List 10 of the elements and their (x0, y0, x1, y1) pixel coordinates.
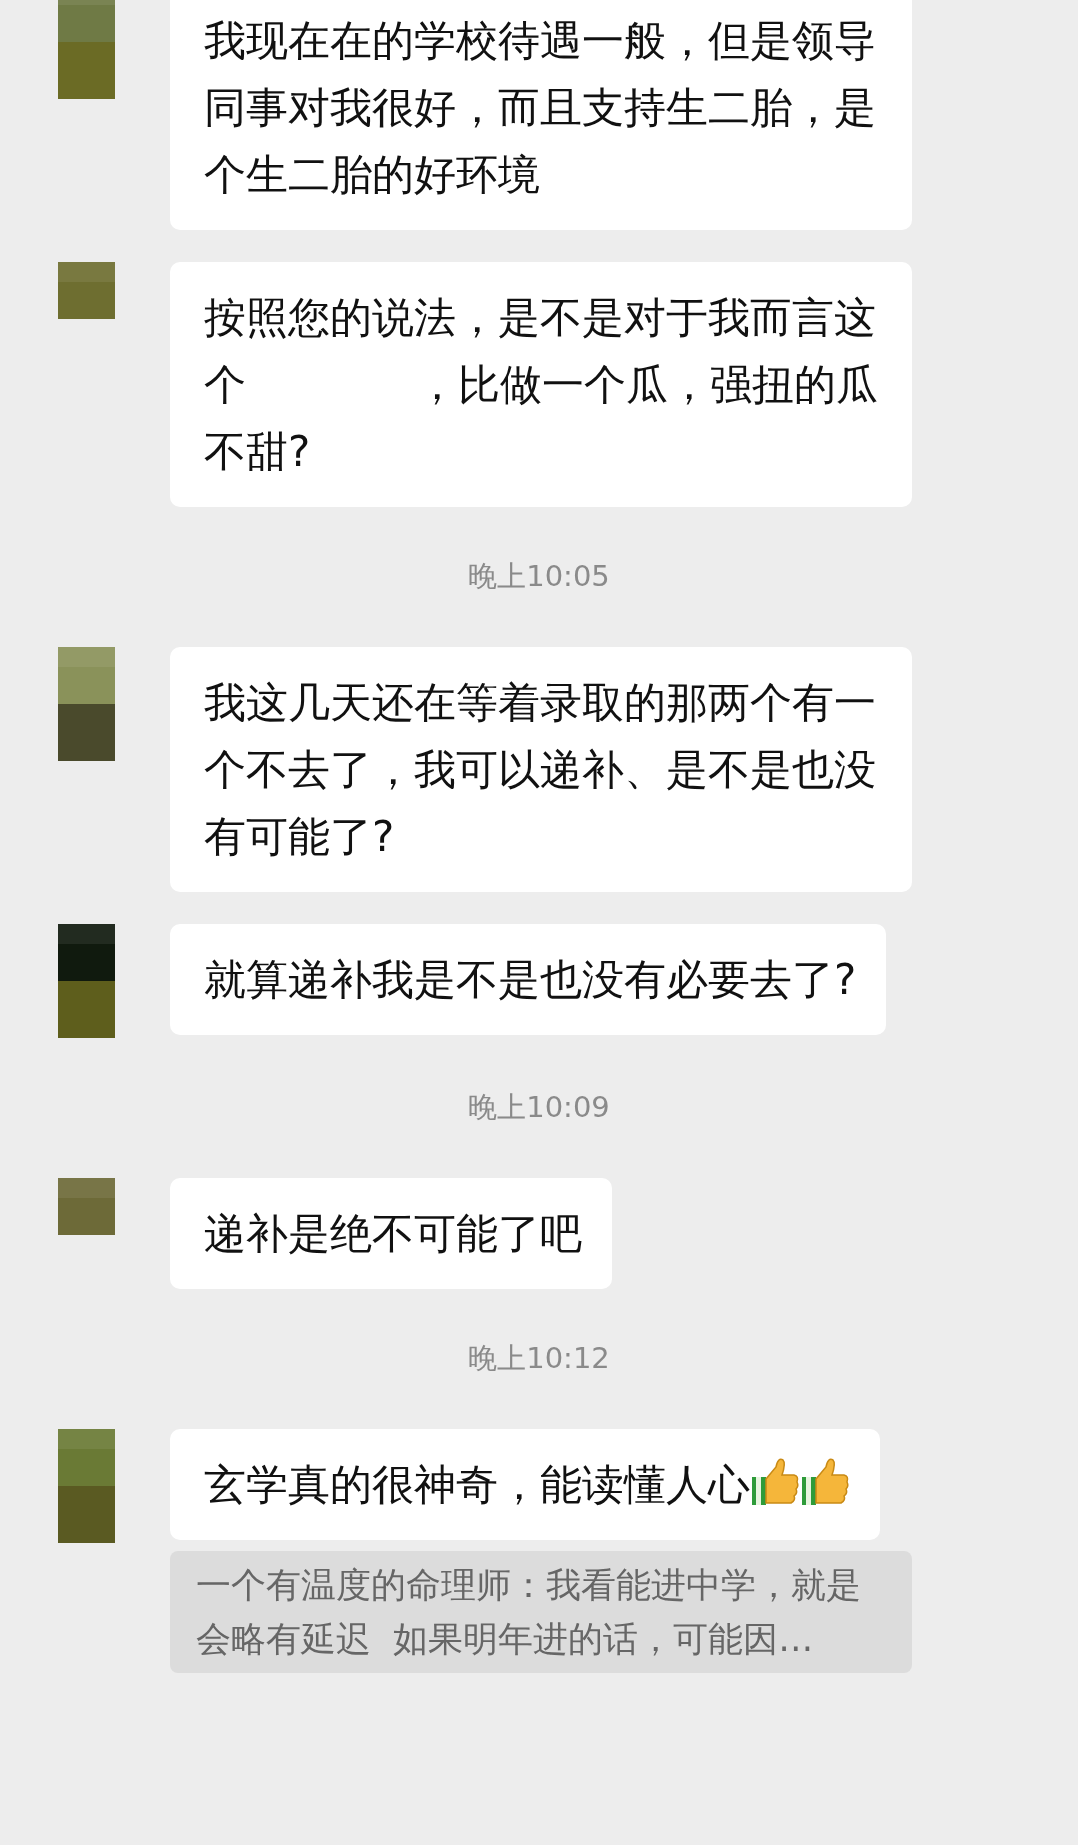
message-text: 递补是绝不可能了吧 (204, 1209, 582, 1258)
message-text: 按照您的说法，是不是对于我而言这个 ，比做一个瓜，强扭的瓜不甜? (204, 293, 878, 476)
message-text: 我现在在的学校待遇一般，但是领导同事对我很好，而且支持生二胎，是个生二胎的好环境 (204, 16, 876, 199)
timestamp: 晚上10:09 (468, 1089, 610, 1126)
message-text: 就算递补我是不是也没有必要去了? (204, 955, 857, 1004)
timestamp: 晚上10:12 (468, 1340, 610, 1377)
message-text: 我这几天还在等着录取的那两个有一个不去了，我可以递补、是不是也没有可能了? (204, 678, 876, 861)
quoted-reply: 一个有温度的命理师：我看能进中学，就是会略有延迟 如果明年进的话，可能因… (170, 1551, 912, 1673)
timestamp: 晚上10:05 (468, 558, 610, 595)
message-text: 玄学真的很神奇，能读懂人心 (204, 1460, 750, 1509)
